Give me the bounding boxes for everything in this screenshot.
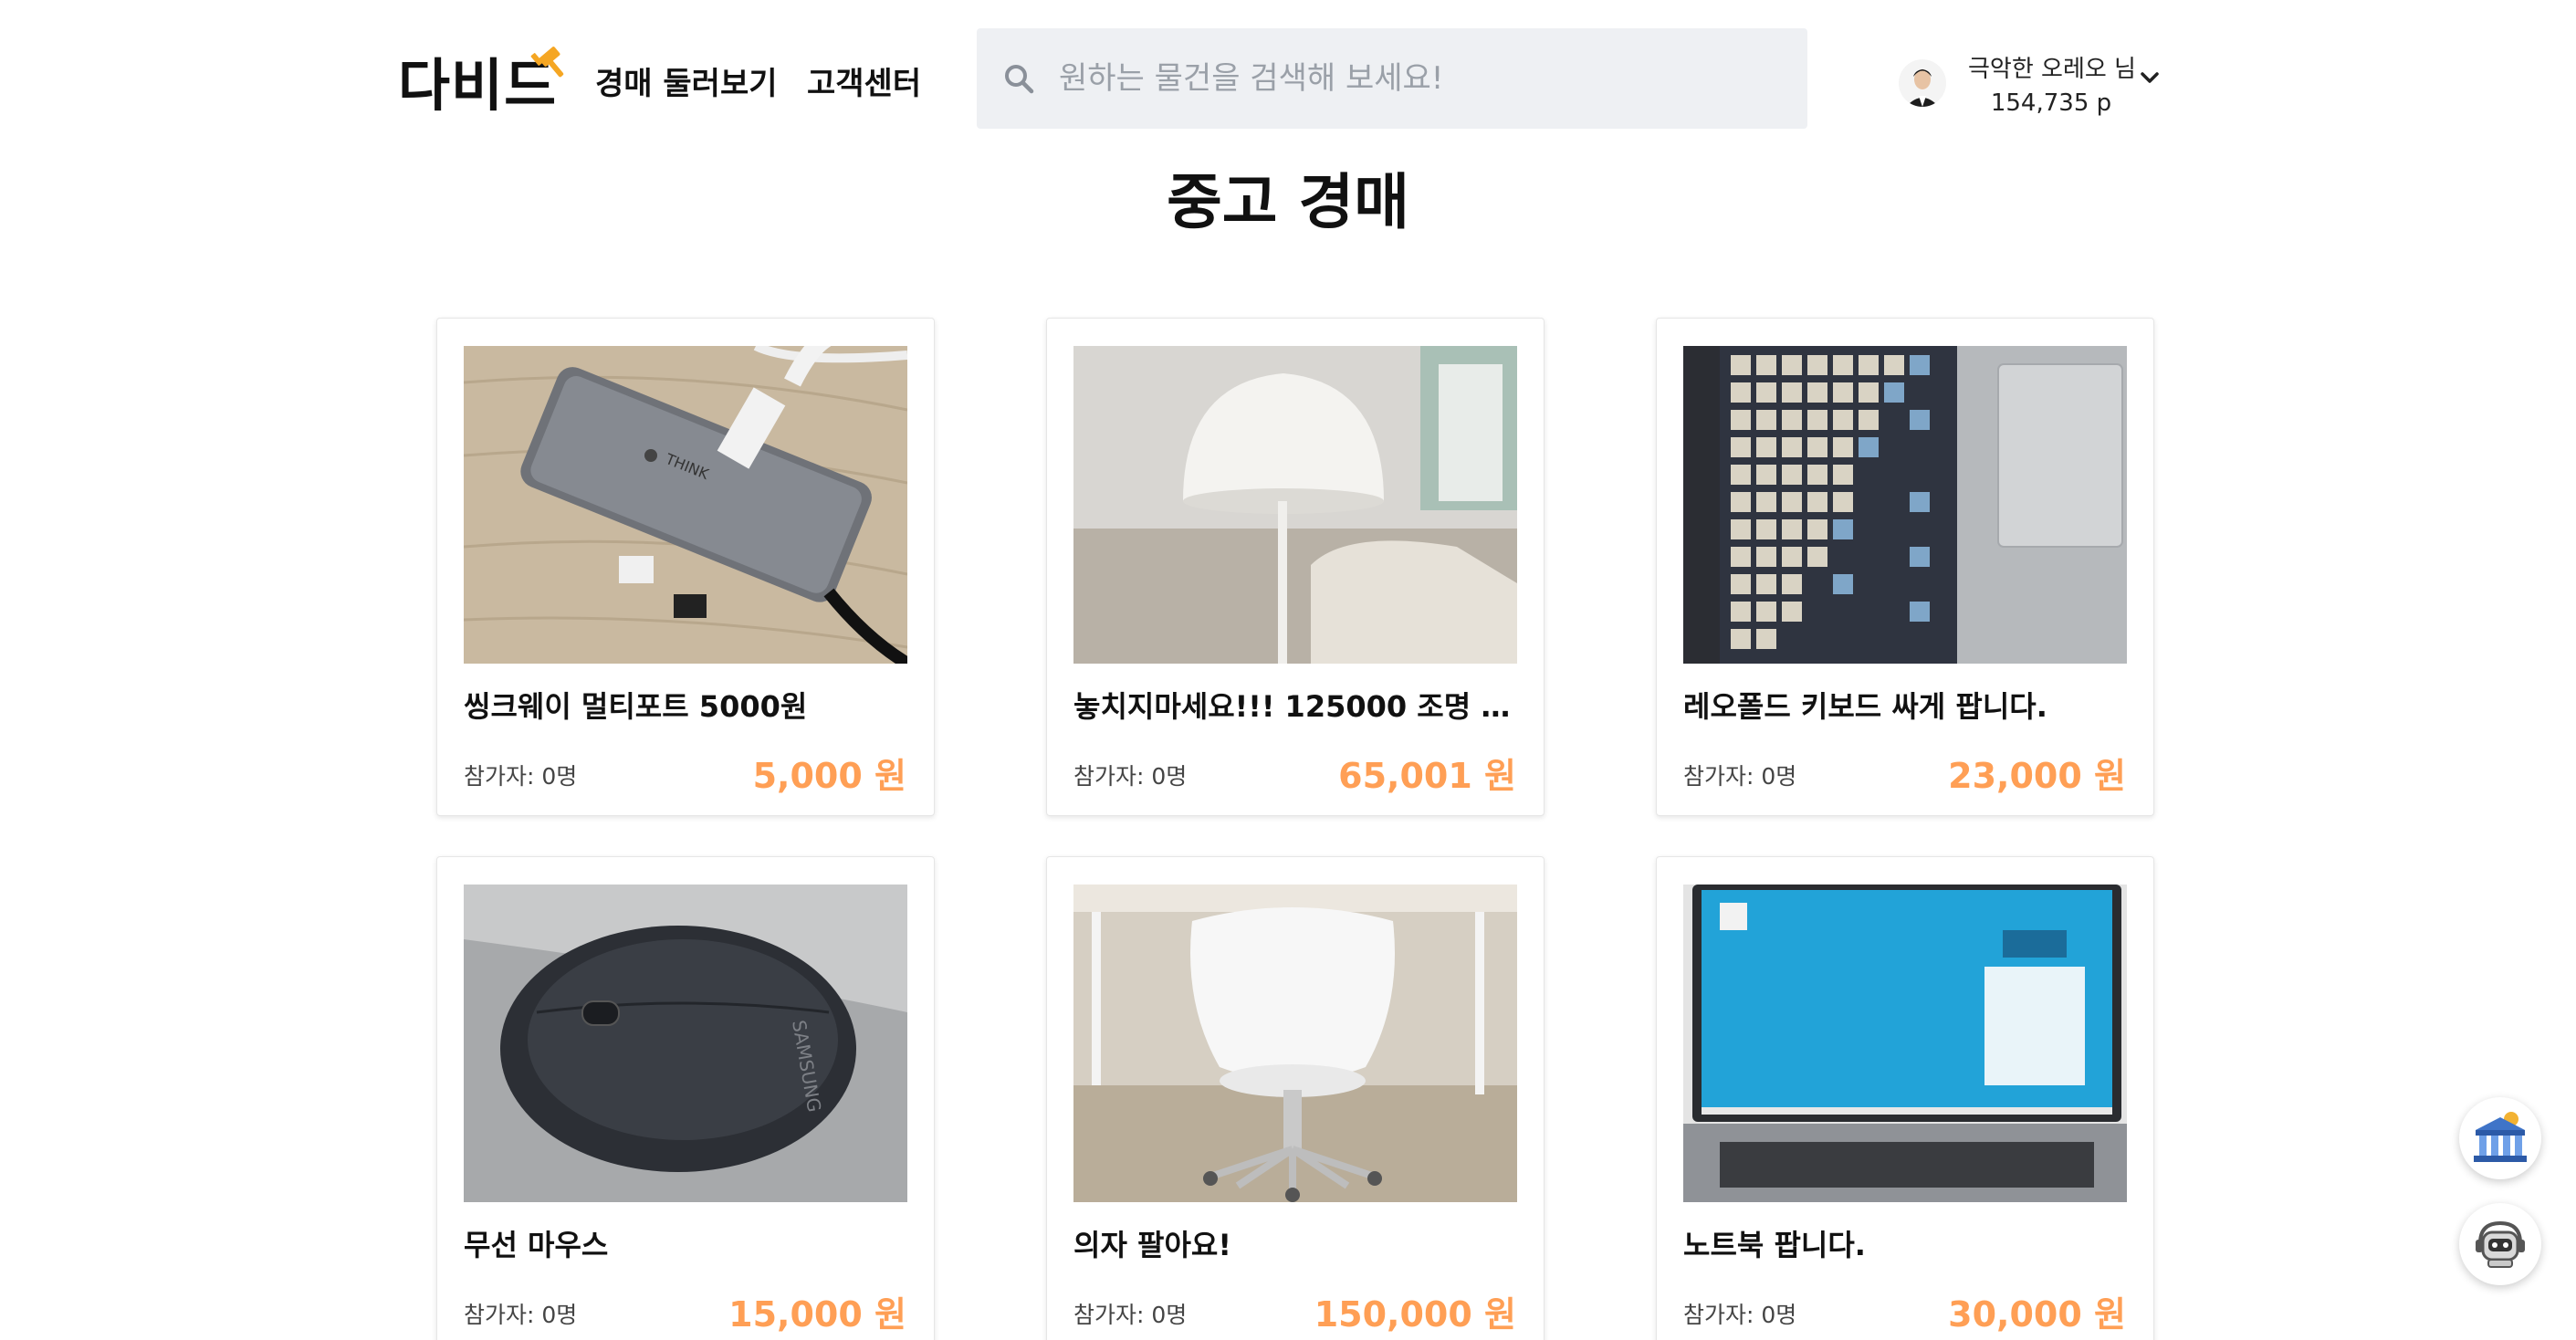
participant-count: 참가자: 0명 [464,763,578,790]
user-points: 154,735 p [1990,89,2112,117]
bank-icon [2474,1112,2527,1162]
participant-count: 참가자: 0명 [1683,1302,1797,1328]
product-title: 의자 팔아요! [1073,1228,1231,1262]
chevron-down-icon[interactable] [2138,66,2162,89]
product-price: 65,001 원 [1338,756,1516,796]
bank-button[interactable] [2459,1097,2541,1179]
product-price: 23,000 원 [1948,756,2126,796]
logo[interactable]: 다비드 [398,35,571,126]
product-title: 노트북 팝니다. [1683,1228,1866,1262]
product-title: 무선 마우스 [464,1228,609,1262]
user-menu[interactable]: 극악한 오레오 님 154,735 p [1899,42,2173,124]
product-image: SAMSUNG [464,885,907,1202]
search-bar[interactable] [977,28,1807,129]
product-title: 레오폴드 키보드 싸게 팝니다. [1683,689,2047,724]
gavel-icon [530,47,564,78]
participant-count: 참가자: 0명 [1073,763,1188,790]
product-image [1073,885,1517,1202]
participant-count: 참가자: 0명 [1073,1302,1188,1328]
user-info: 극악한 오레오 님 154,735 p [1968,50,2136,117]
product-card[interactable]: THINK 씽크웨이 멀티포트 5000원 참가자: 0명 5,000 원 [436,318,935,816]
product-price: 30,000 원 [1948,1294,2126,1335]
product-card[interactable]: 놓치지마세요!!! 125000 조명 팝니다 참가자: 0명 65,001 원 [1046,318,1545,816]
avatar [1899,59,1946,107]
product-title: 씽크웨이 멀티포트 5000원 [464,689,808,724]
product-title: 놓치지마세요!!! 125000 조명 팝니다 [1073,689,1517,724]
participant-count: 참가자: 0명 [1683,763,1797,790]
user-name: 극악한 오레오 님 [1968,55,2136,83]
product-card[interactable]: 의자 팔아요! 참가자: 0명 150,000 원 [1046,856,1545,1340]
product-card[interactable]: SAMSUNG 무선 마우스 참가자: 0명 15,000 원 [436,856,935,1340]
product-price: 5,000 원 [752,756,906,796]
search-icon[interactable] [1002,62,1035,95]
nav-browse-auctions[interactable]: 경매 둘러보기 [595,58,778,103]
product-card[interactable]: 레오폴드 키보드 싸게 팝니다. 참가자: 0명 23,000 원 [1656,318,2154,816]
chatbot-button[interactable] [2459,1203,2541,1285]
product-card[interactable]: 노트북 팝니다. 참가자: 0명 30,000 원 [1656,856,2154,1340]
header: 다비드 경매 둘러보기 고객센터 극악한 오레오 님 154,735 p [0,0,2576,146]
participant-count: 참가자: 0명 [464,1302,578,1328]
product-image [1073,346,1517,664]
product-price: 150,000 원 [1314,1294,1516,1335]
product-price: 15,000 원 [728,1294,906,1335]
page-title: 중고 경매 [1167,167,1409,237]
product-image [1683,885,2127,1202]
robot-icon [2476,1220,2525,1268]
nav-customer-center[interactable]: 고객센터 [807,58,921,103]
product-image: THINK [464,346,907,664]
search-input[interactable] [1059,60,1771,97]
product-image [1683,346,2127,664]
